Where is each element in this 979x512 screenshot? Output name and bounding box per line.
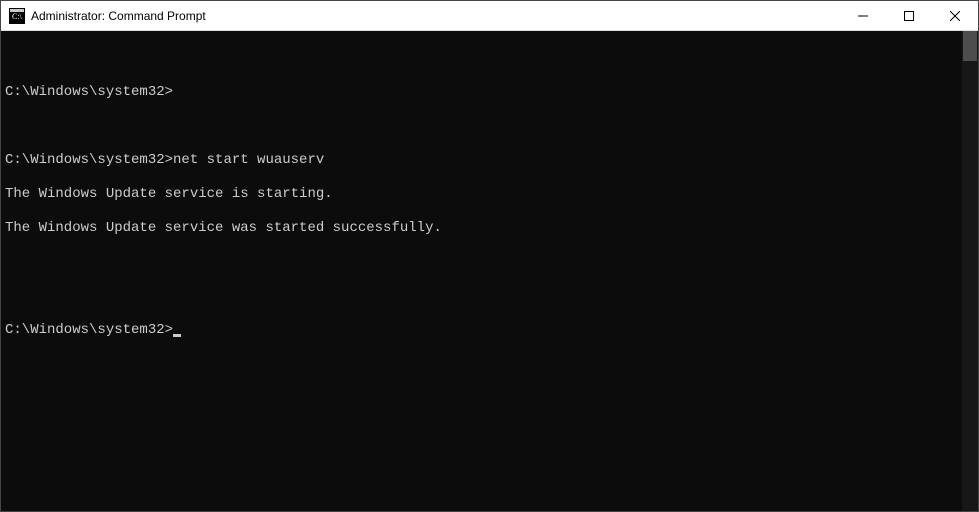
terminal-line [5,118,974,135]
terminal-prompt: C:\Windows\system32> [5,322,173,338]
terminal-line [5,50,974,67]
terminal-line [5,254,974,271]
window-controls [840,1,978,30]
close-button[interactable] [932,1,978,31]
svg-text:C:\: C:\ [12,12,23,21]
terminal-line [5,288,974,305]
terminal-output: The Windows Update service was started s… [5,220,974,237]
scrollbar-thumb[interactable] [963,31,977,61]
terminal-command-line: C:\Windows\system32>net start wuauserv [5,152,974,169]
terminal-prompt: C:\Windows\system32> [5,84,974,101]
terminal-output: The Windows Update service is starting. [5,186,974,203]
minimize-button[interactable] [840,1,886,31]
terminal-area[interactable]: C:\Windows\system32> C:\Windows\system32… [1,31,978,511]
cursor-icon [173,334,181,337]
window-title: Administrator: Command Prompt [31,1,840,31]
maximize-button[interactable] [886,1,932,31]
terminal-command: net start wuauserv [173,152,324,168]
scrollbar[interactable] [962,31,978,511]
terminal-current-prompt: C:\Windows\system32> [5,322,974,339]
cmd-icon: C:\ [9,8,25,24]
terminal-prompt: C:\Windows\system32> [5,152,173,168]
titlebar[interactable]: C:\ Administrator: Command Prompt [1,1,978,31]
